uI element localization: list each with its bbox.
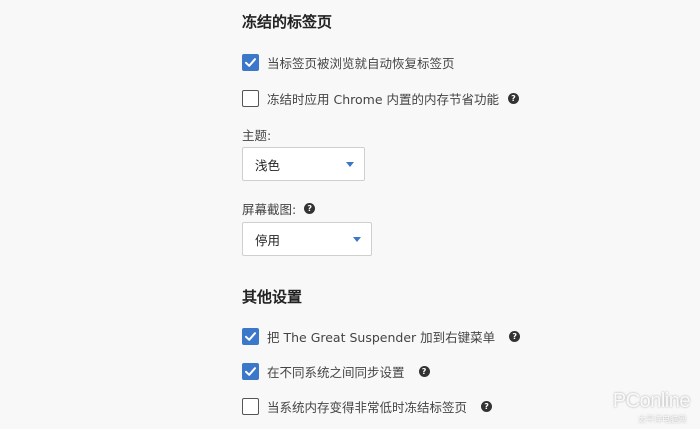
option-label: 冻结时应用 Chrome 内置的内存节省功能 xyxy=(267,91,499,107)
help-icon[interactable]: ? xyxy=(481,400,493,412)
option-freeze-low-memory[interactable]: 当系统内存变得非常低时冻结标签页 ? xyxy=(242,397,493,415)
option-chrome-memory-saver[interactable]: 冻结时应用 Chrome 内置的内存节省功能 ? xyxy=(242,89,519,107)
theme-select-value: 浅色 xyxy=(255,157,281,173)
dropdown-caret-icon xyxy=(353,237,361,242)
help-icon[interactable]: ? xyxy=(509,330,521,342)
theme-select[interactable]: 浅色 xyxy=(242,147,365,181)
option-sync-settings[interactable]: 在不同系统之间同步设置 ? xyxy=(242,362,430,380)
checkbox-checked-icon[interactable] xyxy=(242,362,259,380)
help-icon[interactable]: ? xyxy=(418,365,430,377)
section-title-frozen-tabs: 冻结的标签页 xyxy=(242,13,333,31)
option-label: 把 The Great Suspender 加到右键菜单 xyxy=(267,329,496,345)
checkbox-unchecked-icon[interactable] xyxy=(242,89,259,107)
pconline-watermark: PConline xyxy=(612,390,691,412)
screenshot-label-row: 屏幕截图: ? xyxy=(242,199,316,218)
option-label: 在不同系统之间同步设置 xyxy=(267,364,405,380)
help-icon[interactable]: ? xyxy=(304,203,316,214)
pconline-watermark-sub: 太平洋电脑网 xyxy=(638,415,686,424)
help-icon[interactable]: ? xyxy=(507,92,519,104)
option-label: 当系统内存变得非常低时冻结标签页 xyxy=(267,399,468,415)
option-label: 当标签页被浏览就自动恢复标签页 xyxy=(267,55,455,71)
screenshot-label: 屏幕截图: xyxy=(242,202,297,217)
section-title-other-settings: 其他设置 xyxy=(242,288,303,306)
option-context-menu[interactable]: 把 The Great Suspender 加到右键菜单 ? xyxy=(242,327,521,345)
checkbox-checked-icon[interactable] xyxy=(242,53,259,71)
theme-label: 主题: xyxy=(242,128,272,143)
checkbox-unchecked-icon[interactable] xyxy=(242,397,259,415)
dropdown-caret-icon xyxy=(346,162,354,167)
screenshot-select[interactable]: 停用 xyxy=(242,222,372,256)
option-auto-restore[interactable]: 当标签页被浏览就自动恢复标签页 xyxy=(242,53,455,71)
screenshot-select-value: 停用 xyxy=(255,232,281,248)
checkbox-checked-icon[interactable] xyxy=(242,327,259,345)
